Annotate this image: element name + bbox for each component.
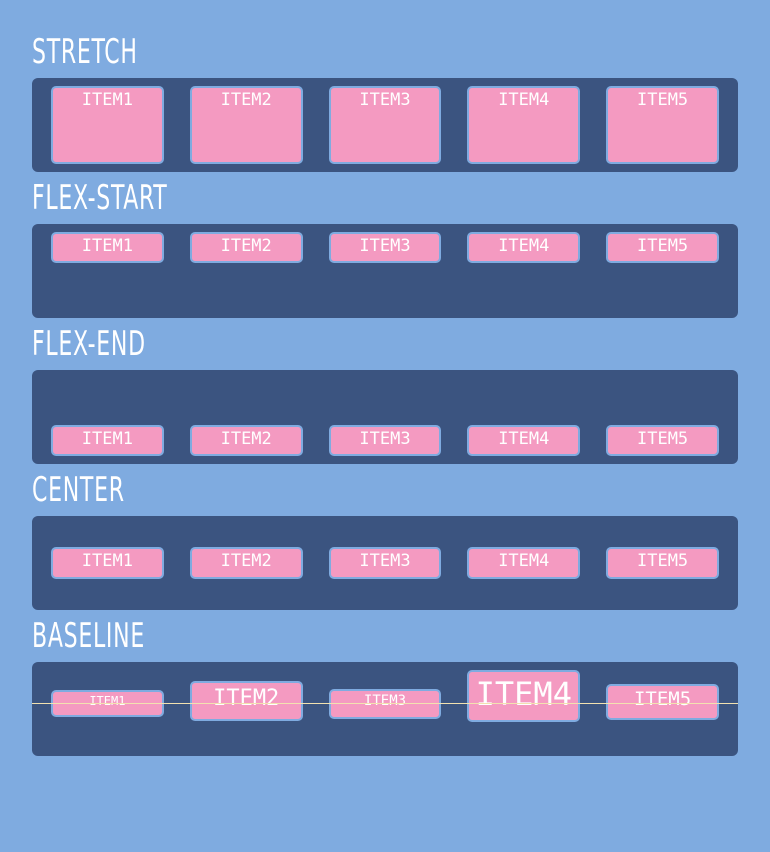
flex-item: ITEM3 — [328, 424, 442, 456]
flex-item: ITEM4 — [467, 547, 581, 579]
section-baseline: baseline ITEM1 ITEM2 ITEM3 ITEM4 ITEM5 — [32, 616, 738, 756]
flex-item: ITEM3 — [328, 86, 442, 164]
flex-item: ITEM5 — [606, 86, 719, 164]
flex-container-flex-start: ITEM1 ITEM2 ITEM3 ITEM4 ITEM5 — [32, 224, 738, 318]
flex-item: ITEM1 — [51, 547, 164, 579]
flex-item: ITEM5 — [606, 424, 719, 456]
flex-item: ITEM1 — [51, 232, 164, 264]
section-title-center: center — [32, 470, 125, 510]
flex-item: ITEM4 — [467, 670, 581, 722]
flex-item: ITEM5 — [606, 684, 719, 720]
section-flex-end: flex-end ITEM1 ITEM2 ITEM3 ITEM4 ITEM5 — [32, 324, 738, 464]
flex-item: ITEM4 — [467, 424, 581, 456]
flex-item: ITEM2 — [189, 681, 303, 721]
flex-item: ITEM3 — [328, 232, 442, 264]
flex-item: ITEM3 — [328, 547, 442, 579]
flex-container-center: ITEM1 ITEM2 ITEM3 ITEM4 ITEM5 — [32, 516, 738, 610]
page-root: stretch ITEM1 ITEM2 ITEM3 ITEM4 ITEM5 fl… — [0, 0, 770, 852]
flex-item: ITEM4 — [467, 232, 581, 264]
flex-item: ITEM4 — [467, 86, 581, 164]
section-title-flex-end: flex-end — [32, 324, 146, 364]
flex-item: ITEM2 — [189, 86, 303, 164]
flex-item: ITEM3 — [328, 689, 442, 719]
section-title-flex-start: flex-start — [32, 178, 168, 218]
section-title-stretch: stretch — [32, 32, 138, 72]
flex-item: ITEM5 — [606, 547, 719, 579]
flex-container-stretch: ITEM1 ITEM2 ITEM3 ITEM4 ITEM5 — [32, 78, 738, 172]
section-center: center ITEM1 ITEM2 ITEM3 ITEM4 ITEM5 — [32, 470, 738, 610]
flex-item: ITEM2 — [189, 424, 303, 456]
flex-item: ITEM1 — [51, 690, 164, 717]
flex-item: ITEM1 — [51, 86, 164, 164]
flex-item: ITEM2 — [189, 547, 303, 579]
section-stretch: stretch ITEM1 ITEM2 ITEM3 ITEM4 ITEM5 — [32, 32, 738, 172]
section-flex-start: flex-start ITEM1 ITEM2 ITEM3 ITEM4 ITEM5 — [32, 178, 738, 318]
flex-container-flex-end: ITEM1 ITEM2 ITEM3 ITEM4 ITEM5 — [32, 370, 738, 464]
section-title-baseline: baseline — [32, 616, 145, 656]
flex-item: ITEM2 — [189, 232, 303, 264]
flex-item: ITEM1 — [51, 424, 164, 456]
flex-item: ITEM5 — [606, 232, 719, 264]
flex-container-baseline: ITEM1 ITEM2 ITEM3 ITEM4 ITEM5 — [32, 662, 738, 756]
